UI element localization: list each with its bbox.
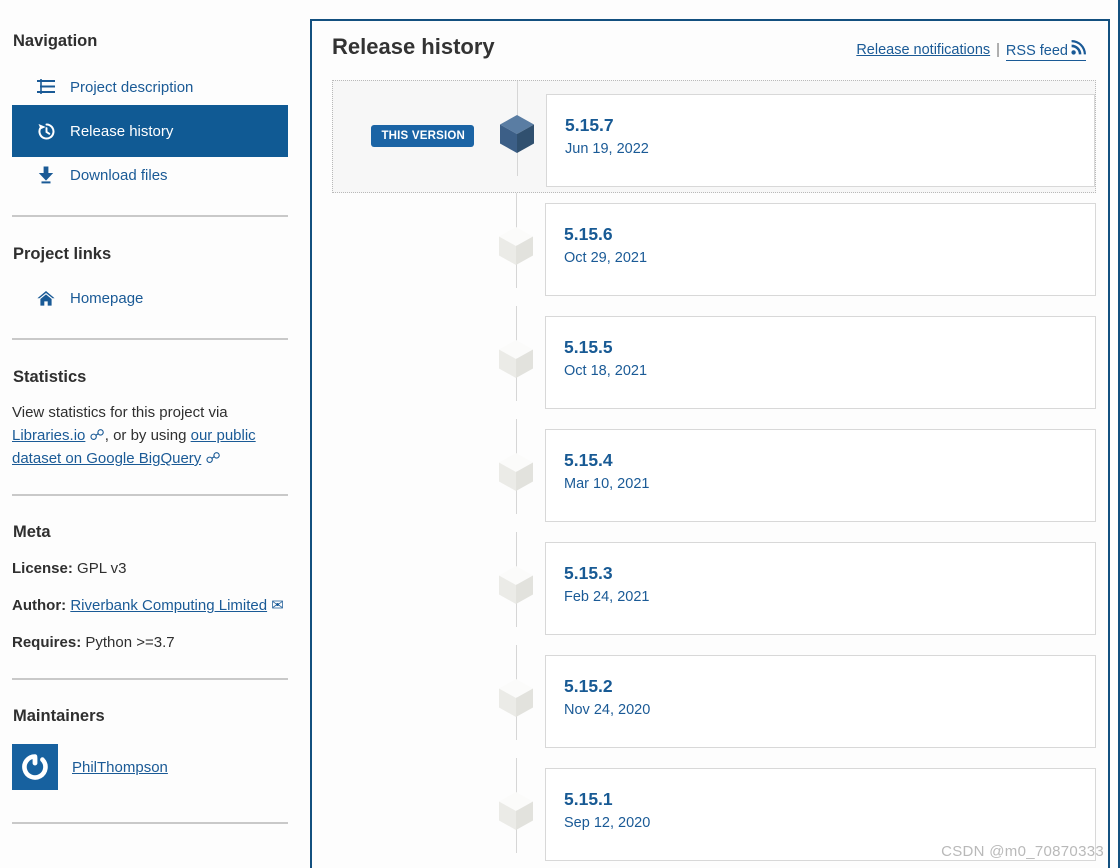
release-date: Oct 18, 2021: [564, 362, 648, 379]
release-card[interactable]: 5.15.2 Nov 24, 2020: [545, 654, 1096, 748]
release-version: 5.15.2: [564, 675, 613, 696]
rss-icon: [1071, 39, 1086, 59]
link-separator: |: [996, 42, 1000, 58]
meta-license-value: GPL v3: [77, 560, 127, 577]
release-row[interactable]: 5.15.4 Mar 10, 2021: [332, 418, 1096, 532]
cube-dark-icon: [498, 114, 536, 156]
cube-light-icon: [497, 678, 535, 720]
release-date: Oct 29, 2021: [564, 249, 648, 266]
sidebar-item-download-files[interactable]: Download files: [12, 157, 288, 193]
libraries-io-link[interactable]: Libraries.io: [12, 427, 85, 444]
release-row[interactable]: THIS VERSION 5.15.7 Jun 19, 2022: [332, 79, 1096, 193]
release-row[interactable]: 5.15.2 Nov 24, 2020: [332, 644, 1096, 758]
statistics-mid: , or by using: [104, 427, 191, 444]
release-version: 5.15.4: [564, 449, 613, 470]
meta-requires-value: Python >=3.7: [85, 634, 175, 651]
sidebar: Navigation Project description Release h…: [0, 0, 300, 868]
meta-author-key: Author:: [12, 597, 67, 614]
navigation-heading: Navigation: [13, 32, 98, 50]
cube-column: [488, 80, 546, 176]
avatar: [12, 744, 58, 790]
project-links-heading: Project links: [13, 245, 112, 263]
meta-author-link[interactable]: Riverbank Computing Limited: [70, 597, 267, 614]
page-title: Release history: [332, 34, 495, 59]
release-card[interactable]: 5.15.6 Oct 29, 2021: [545, 202, 1096, 296]
statistics-heading: Statistics: [13, 368, 87, 386]
statistics-text: View statistics for this project via Lib…: [12, 401, 288, 470]
project-link-homepage[interactable]: Homepage: [12, 280, 288, 316]
sidebar-divider-5: [12, 822, 288, 824]
cube-light-icon: [497, 339, 535, 381]
watermark: CSDN @m0_70870333: [941, 843, 1104, 860]
meta-license-key: License:: [12, 560, 73, 577]
sidebar-item-label: Release history: [70, 122, 174, 140]
release-notifications-link[interactable]: Release notifications: [856, 42, 990, 58]
release-date: Sep 12, 2020: [564, 814, 651, 831]
sidebar-divider-4: [12, 678, 288, 680]
maintainers-heading: Maintainers: [13, 707, 105, 725]
release-row[interactable]: 5.15.6 Oct 29, 2021: [332, 192, 1096, 306]
home-icon: [36, 288, 56, 308]
meta-heading: Meta: [13, 523, 51, 541]
release-date: Feb 24, 2021: [564, 588, 650, 605]
status-badge: THIS VERSION: [371, 125, 474, 147]
history-icon: [36, 121, 56, 141]
release-date: Nov 24, 2020: [564, 701, 651, 718]
meta-author: Author: Riverbank Computing Limited ✉: [12, 594, 288, 617]
badge-column: THIS VERSION: [333, 125, 488, 147]
release-version: 5.15.5: [564, 336, 613, 357]
external-link-icon: ☍: [85, 427, 105, 444]
pypi-project-page: Navigation Project description Release h…: [0, 0, 1120, 868]
sidebar-item-project-description[interactable]: Project description: [12, 69, 288, 105]
release-version: 5.15.6: [564, 223, 613, 244]
cube-light-icon: [497, 791, 535, 833]
main-header: Release history Release notifications | …: [322, 21, 1096, 61]
sidebar-item-label: Project description: [70, 78, 194, 96]
sidebar-divider-3: [12, 494, 288, 496]
release-version: 5.15.3: [564, 562, 613, 583]
release-date: Jun 19, 2022: [565, 140, 649, 157]
statistics-lead: View statistics for this project via: [12, 404, 228, 421]
release-card[interactable]: 5.15.5 Oct 18, 2021: [545, 315, 1096, 409]
project-links-list: Homepage: [12, 280, 288, 316]
cube-column: [487, 418, 545, 514]
release-card[interactable]: 5.15.4 Mar 10, 2021: [545, 428, 1096, 522]
release-card[interactable]: 5.15.3 Feb 24, 2021: [545, 541, 1096, 635]
envelope-icon: ✉: [267, 597, 284, 614]
project-link-label: Homepage: [70, 289, 144, 307]
main-panel: Release history Release notifications | …: [310, 19, 1110, 868]
release-row[interactable]: 5.15.5 Oct 18, 2021: [332, 305, 1096, 419]
cube-light-icon: [497, 452, 535, 494]
maintainer-row[interactable]: PhilThompson: [12, 744, 288, 790]
cube-light-icon: [497, 226, 535, 268]
release-row[interactable]: 5.15.3 Feb 24, 2021: [332, 531, 1096, 645]
release-version: 5.15.1: [564, 788, 613, 809]
cube-column: [487, 305, 545, 401]
release-date: Mar 10, 2021: [564, 475, 650, 492]
download-icon: [36, 165, 56, 185]
header-links: Release notifications | RSS feed: [856, 39, 1086, 61]
meta-license: License: GPL v3: [12, 557, 288, 580]
cube-column: [487, 531, 545, 627]
meta-requires-key: Requires:: [12, 634, 82, 651]
rss-feed-label: RSS feed: [1005, 42, 1068, 59]
sidebar-item-release-history[interactable]: Release history: [12, 105, 288, 157]
cube-light-icon: [497, 565, 535, 607]
rss-feed-link[interactable]: RSS feed: [1005, 39, 1086, 61]
external-link-icon: ☍: [201, 450, 221, 467]
release-timeline: THIS VERSION 5.15.7 Jun 19, 2022 5.15.6 …: [322, 79, 1096, 868]
meta-requires: Requires: Python >=3.7: [12, 631, 288, 654]
sidebar-divider-2: [12, 338, 288, 340]
sidebar-divider-1: [12, 215, 288, 217]
maintainer-username[interactable]: PhilThompson: [72, 759, 168, 776]
cube-column: [487, 644, 545, 740]
release-card[interactable]: 5.15.7 Jun 19, 2022: [546, 93, 1095, 187]
release-version: 5.15.7: [565, 114, 614, 135]
sidebar-item-label: Download files: [70, 166, 168, 184]
sidebar-nav-list: Project description Release history Down…: [12, 69, 288, 193]
cube-column: [487, 192, 545, 288]
stream-icon: [36, 77, 56, 97]
cube-column: [487, 757, 545, 853]
